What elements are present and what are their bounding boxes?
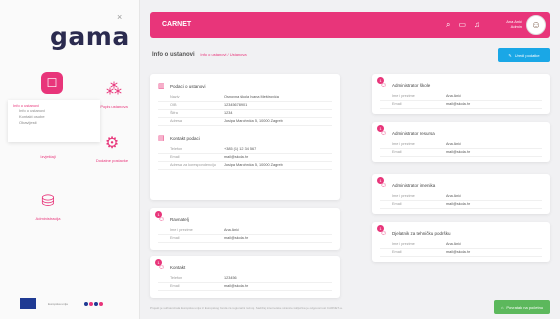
sidebar-tile-label: Izvještaji [40,154,56,159]
funds-logo-icon [84,299,120,309]
section-title: ☺ 1 Kontakt [155,259,332,272]
topbar-icons: ⌕ ▭ ♫ [446,20,480,30]
contact-icon: ▤ [158,135,165,142]
person-icon: ☺ 1 [155,259,167,272]
bell-icon[interactable]: ♫ [474,20,480,30]
edit-button[interactable]: ✎ Uredi podatke [498,48,550,62]
settings-icon: ⚙ [104,135,120,152]
admin-card: ☺ 1 Administrator imenika Ime i prezime Ana… [372,174,550,214]
footer-eu-text: Europska unija [48,301,68,306]
info-row: Email mail@skola.hr [380,201,542,209]
breadcrumb-sub[interactable]: Info o ustanovi / Ustanova [200,52,246,57]
edit-button-label: Uredi podatke [514,52,540,58]
info-row: OIB 12345678901 [158,102,332,110]
institution-card: ▥ Podaci o ustanovi Naziv Osnovna škola Iv… [150,74,340,200]
info-row: Ime i prezime Ana Anić [380,141,542,149]
home-button[interactable]: ⌂ Povratak na početnu [494,300,550,314]
avatar[interactable]: ☺ [526,15,546,35]
info-row: Naziv Osnovna škola Ivana Meštrovića [158,94,332,102]
person-icon: ☺ 1 [377,225,389,238]
submenu-item[interactable]: Obavijesti [13,120,95,126]
sidebar: × gama ☐ ⁂ Popis ustanova Info o ustanov… [0,0,140,319]
search-icon[interactable]: ⌕ [446,20,450,30]
sidebar-tile-label: Administracija [35,216,61,221]
sidebar-footer: Europska unija [20,298,120,309]
principal-card: ☺ 1 Ravnatelj Ime i prezime Ana Anić Email m… [150,208,340,250]
sidebar-close-icon[interactable]: × [117,12,122,22]
home-button-label: Povratak na početnu [506,304,544,310]
section-title: ☺ 1 Administrator imenika [377,177,542,190]
info-row: Adresa Josipa Marohnića 5, 10000 Zagreb [158,118,332,126]
eu-flag-icon [20,298,36,309]
admin-card: ☺ 1 Djelatnik za tehničku podršku Ime i pr… [372,222,550,262]
person-icon: ☺ 1 [377,77,389,90]
footer-disclaimer: Projekt je sufinancirala Europska unija … [150,306,343,310]
chat-icon: ☐ [41,72,63,94]
info-row: Šifra 1234 [158,110,332,118]
section-title: ▤ Kontakt podaci [158,135,200,142]
admin-card: ☺ 1 Administrator resursa Ime i prezime Ana… [372,122,550,162]
admin-card: ☺ 1 Administrator škole Ime i prezime Ana A… [372,74,550,114]
page-title: Info o ustanovi [152,52,195,58]
info-row: Email mail@skola.hr [158,283,332,291]
user-role: Admin [510,24,522,29]
info-row: Ime i prezime Ana Anić [380,93,542,101]
section-title: ☺ 1 Administrator resursa [377,125,542,138]
info-row: Ime i prezime Ana Anić [158,227,332,235]
info-row: Telefon +385 (1) 12 34 567 [158,146,332,154]
user-info[interactable]: Ana Anić Admin [506,19,522,29]
sidebar-tile-info[interactable]: ☐ [22,72,82,94]
layers-icon: ⛁ [41,193,55,210]
section-title: ☺ 1 Ravnatelj [155,211,332,224]
gama-logo: gama [50,22,130,51]
edit-icon: ✎ [508,52,512,58]
sidebar-tile-admin[interactable]: ⛁ Administracija [18,190,78,221]
sidebar-tile-postavke[interactable]: ⚙ Dodatne postavke [82,132,142,163]
section-title: ☺ 1 Administrator škole [377,77,542,90]
message-icon[interactable]: ▭ [458,20,466,30]
sidebar-tile-izvjestaji[interactable]: Izvještaji [18,150,78,159]
top-bar: CARNET ⌕ ▭ ♫ Ana Anić Admin ☺ [150,12,550,38]
info-row: Telefon 123456 [158,275,332,283]
info-row: Email mail@skola.hr [158,154,332,162]
info-row: Adresa za korespondenciju Josipa Marohnić… [158,162,332,170]
info-row: Email mail@skola.hr [380,101,542,109]
info-row: Ime i prezime Ana Anić [380,193,542,201]
section-title: ☺ 1 Djelatnik za tehničku podršku [377,225,542,238]
info-row: Ime i prezime Ana Anić [380,241,542,249]
home-icon: ⌂ [500,304,504,310]
breadcrumb: Info o ustanovi Info o ustanovi / Ustano… [152,52,247,58]
person-icon: ☺ 1 [377,177,389,190]
building-icon: ▥ [158,83,165,90]
contact-card: ☺ 1 Kontakt Telefon 123456 Email mail@skola.… [150,256,340,298]
person-icon: ☺ 1 [155,211,167,224]
section-title: ▥ Podaci o ustanovi [158,83,206,90]
info-row: Email mail@skola.hr [380,249,542,257]
info-row: Email mail@skola.hr [158,235,332,243]
app-title: CARNET [162,21,192,28]
sidebar-tile-label: Dodatne postavke [95,158,129,163]
person-icon: ☺ 1 [377,125,389,138]
info-row: Email mail@skola.hr [380,149,542,157]
grid-icon: ⁂ [106,81,122,98]
